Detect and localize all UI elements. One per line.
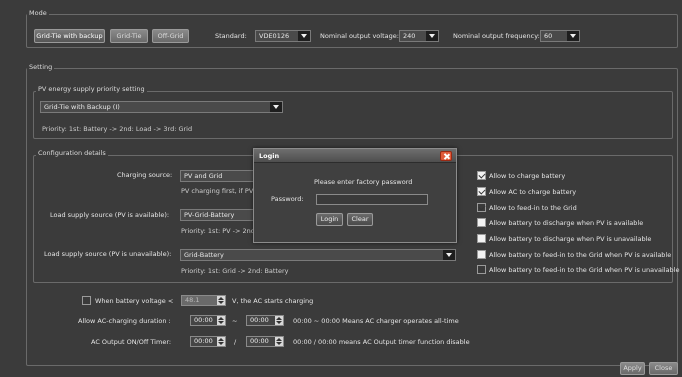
frequency-value: 60 [544, 32, 553, 40]
voltage-value: 240 [403, 32, 416, 40]
allow-battery-feed-in-pv-available-label: Allow battery to feed-in to the Grid whe… [489, 251, 672, 259]
load-supply-unavailable-label: Load supply source (PV is unavailable): [44, 250, 172, 258]
pv-priority-value: Grid-Tie with Backup (I) [44, 103, 120, 111]
spinner-icon[interactable] [275, 316, 283, 325]
close-button[interactable]: Close [649, 362, 678, 375]
login-button[interactable]: Login [316, 213, 343, 226]
spinner-icon[interactable] [217, 296, 225, 305]
password-label: Password: [271, 195, 304, 203]
ac-charging-note: 00:00 ~ 00:00 Means AC charger operates … [293, 317, 459, 325]
allow-battery-discharge-pv-available-label: Allow battery to discharge when PV is av… [489, 219, 644, 227]
pv-priority-title: PV energy supply priority setting [36, 85, 147, 93]
load-supply-available-priority: Priority: 1st: PV -> 2nd: [181, 227, 258, 235]
battery-voltage-checkbox[interactable] [82, 296, 91, 305]
ac-timer-start-value: 00:00 [194, 337, 213, 345]
config-title: Configuration details [36, 149, 108, 157]
allow-charge-battery-label: Allow to charge battery [489, 172, 566, 180]
spinner-icon[interactable] [275, 337, 283, 346]
ac-charging-start-value: 00:00 [194, 316, 213, 324]
load-supply-available-value: PV-Grid-Battery [184, 211, 235, 219]
chevron-down-icon [298, 31, 310, 41]
chevron-down-icon [567, 31, 579, 41]
battery-voltage-value: 48.1 [185, 296, 200, 304]
dialog-prompt: Please enter factory password [314, 178, 413, 186]
charging-source-label: Charging source: [117, 171, 173, 179]
dialog-title-bar[interactable]: Login [254, 149, 456, 163]
ac-charging-duration-label: Allow AC-charging duration : [78, 317, 171, 325]
apply-button[interactable]: Apply [620, 362, 645, 375]
allow-battery-discharge-pv-unavailable-checkbox[interactable] [477, 234, 486, 243]
chevron-down-icon [443, 250, 455, 260]
ac-charging-separator: ~ [232, 317, 238, 325]
chevron-down-icon [426, 31, 438, 41]
ac-timer-note: 00:00 / 00:00 means AC Output timer func… [293, 338, 470, 346]
spinner-icon[interactable] [217, 316, 225, 325]
charging-source-value: PV and Grid [184, 172, 223, 180]
load-supply-unavailable-priority: Priority: 1st: Grid -> 2nd: Battery [181, 267, 289, 275]
frequency-label: Nominal output frequency: [453, 32, 540, 40]
dialog-title: Login [259, 152, 280, 160]
ac-timer-end-input[interactable]: 00:00 [246, 336, 284, 347]
battery-voltage-input[interactable]: 48.1 [181, 295, 226, 306]
ac-timer-separator: / [234, 338, 237, 346]
ac-charging-start-input[interactable]: 00:00 [190, 315, 226, 326]
allow-battery-feed-in-pv-unavailable-checkbox[interactable] [477, 265, 486, 274]
close-icon[interactable] [440, 151, 452, 161]
frequency-select[interactable]: 60 [540, 30, 580, 42]
pv-priority-text: Priority: 1st: Battery -> 2nd: Load -> 3… [42, 125, 193, 133]
allow-ac-charge-battery-label: Allow AC to charge battery [489, 188, 577, 196]
allow-battery-feed-in-pv-unavailable-label: Allow battery to feed-in to the Grid whe… [489, 266, 680, 274]
standard-label: Standard: [215, 32, 247, 40]
ac-charging-end-value: 00:00 [250, 316, 269, 324]
load-supply-unavailable-value: Grid-Battery [184, 251, 224, 259]
allow-ac-charge-battery-checkbox[interactable] [477, 187, 486, 196]
voltage-label: Nominal output voltage: [320, 32, 399, 40]
battery-voltage-suffix: V, the AC starts charging [232, 297, 314, 305]
voltage-select[interactable]: 240 [399, 30, 439, 42]
pv-priority-select[interactable]: Grid-Tie with Backup (I) [40, 101, 283, 113]
mode-off-grid-button[interactable]: Off-Grid [152, 29, 189, 43]
battery-voltage-label: When battery voltage < [95, 297, 174, 305]
ac-timer-start-input[interactable]: 00:00 [190, 336, 226, 347]
allow-charge-battery-checkbox[interactable] [477, 171, 486, 180]
password-input[interactable] [316, 194, 428, 205]
mode-title: Mode [27, 9, 49, 17]
standard-select[interactable]: VDE0126 [255, 30, 311, 42]
load-supply-available-label: Load supply source (PV is available): [50, 211, 170, 219]
charging-source-note: PV charging first, if PV p [181, 187, 260, 195]
ac-output-timer-label: AC Output ON/Off Timer: [91, 338, 172, 346]
clear-button[interactable]: Clear [347, 213, 373, 226]
setting-title: Setting [27, 63, 55, 71]
mode-grid-tie-backup-button[interactable]: Grid-Tie with backup [34, 29, 105, 43]
chevron-down-icon [270, 102, 282, 112]
allow-feed-in-grid-checkbox[interactable] [477, 203, 486, 212]
login-dialog: Login Please enter factory password Pass… [253, 148, 457, 243]
allow-battery-discharge-pv-unavailable-label: Allow battery to discharge when PV is un… [489, 235, 652, 243]
allow-battery-feed-in-pv-available-checkbox[interactable] [477, 250, 486, 259]
ac-timer-end-value: 00:00 [250, 337, 269, 345]
mode-grid-tie-button[interactable]: Grid-Tie [110, 29, 148, 43]
standard-value: VDE0126 [259, 32, 290, 40]
spinner-icon[interactable] [217, 337, 225, 346]
allow-battery-discharge-pv-available-checkbox[interactable] [477, 218, 486, 227]
allow-feed-in-grid-label: Allow to feed-in to the Grid [489, 204, 577, 212]
load-supply-unavailable-select[interactable]: Grid-Battery [180, 249, 456, 261]
ac-charging-end-input[interactable]: 00:00 [246, 315, 284, 326]
